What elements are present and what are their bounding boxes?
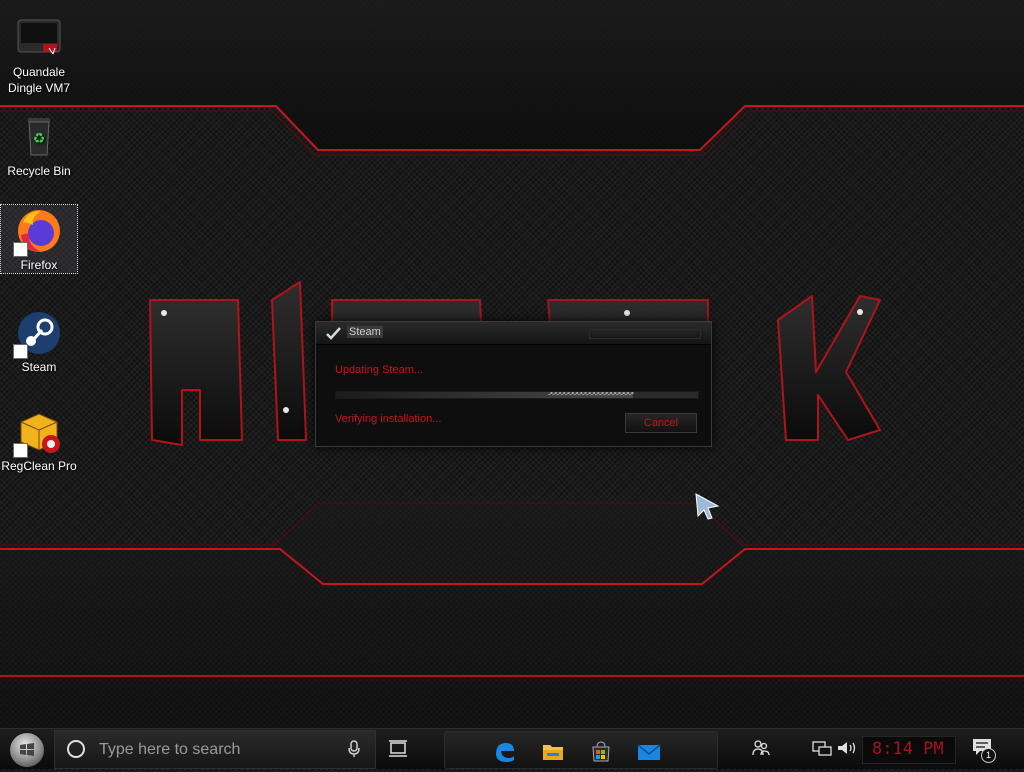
mail-icon[interactable] bbox=[637, 740, 661, 764]
mouse-pointer-icon bbox=[695, 493, 720, 520]
steam-icon bbox=[13, 309, 63, 359]
network-icon[interactable] bbox=[812, 741, 832, 757]
notification-badge: 1 bbox=[981, 748, 996, 763]
start-button[interactable] bbox=[9, 732, 45, 768]
desktop-icon-label: Firefox bbox=[20, 258, 58, 272]
dialog-title-bar[interactable]: Steam bbox=[316, 322, 711, 345]
desktop-icon-label: RegClean Pro bbox=[1, 459, 77, 473]
volume-icon[interactable] bbox=[837, 740, 857, 756]
desktop-icon-firefox[interactable]: Firefox bbox=[0, 204, 78, 274]
shortcut-arrow-icon bbox=[13, 443, 28, 458]
update-status-text: Updating Steam... bbox=[335, 364, 424, 376]
dialog-title: Steam bbox=[347, 326, 383, 338]
desktop-icon-recycle-bin[interactable]: ♻ Recycle Bin bbox=[1, 111, 77, 179]
task-view-icon[interactable] bbox=[388, 740, 408, 758]
steam-update-dialog: Steam Updating Steam... >>>>>>>>>>>>>>>>… bbox=[315, 321, 712, 447]
people-icon[interactable] bbox=[752, 739, 770, 757]
desktop[interactable]: Quandale Dingle VM7 ♻ Recycle Bin Firefo… bbox=[0, 0, 1024, 728]
shortcut-arrow-icon bbox=[13, 242, 28, 257]
cortana-icon bbox=[67, 740, 85, 758]
update-progress-bar: >>>>>>>>>>>>>>>>>>>> bbox=[335, 391, 699, 399]
desktop-icon-label: Steam bbox=[21, 360, 57, 374]
shortcut-arrow-icon bbox=[13, 344, 28, 359]
desktop-icon-quandale-dingle-vm7[interactable]: Quandale Dingle VM7 bbox=[1, 12, 77, 96]
file-explorer-icon[interactable] bbox=[541, 740, 565, 764]
firefox-icon bbox=[13, 207, 63, 257]
verify-status-text: Verifying installation... bbox=[335, 413, 442, 425]
desktop-icon-label: Recycle Bin bbox=[7, 164, 71, 178]
svg-text:♻: ♻ bbox=[33, 131, 46, 147]
taskbar: Type here to search 8:14 PM 1 bbox=[0, 728, 1024, 769]
pinned-apps bbox=[444, 731, 718, 769]
progress-fill: >>>>>>>>>>>>>>>>>>>> bbox=[336, 392, 634, 398]
search-box[interactable]: Type here to search bbox=[54, 730, 376, 769]
desktop-icon-regclean-pro[interactable]: RegClean Pro bbox=[1, 406, 77, 474]
action-center-button[interactable]: 1 bbox=[972, 738, 996, 763]
computer-icon bbox=[15, 14, 63, 62]
regclean-icon bbox=[13, 408, 63, 458]
clock: 8:14 PM bbox=[872, 739, 944, 759]
desktop-icon-steam[interactable]: Steam bbox=[1, 307, 77, 375]
microphone-icon[interactable] bbox=[347, 740, 361, 758]
cancel-button[interactable]: Cancel bbox=[625, 413, 697, 433]
recycle-bin-icon: ♻ bbox=[15, 113, 63, 161]
title-decoration bbox=[589, 329, 701, 339]
steam-logo-icon bbox=[326, 327, 341, 340]
desktop-icon-label: Quandale Dingle VM7 bbox=[7, 65, 71, 95]
store-icon[interactable] bbox=[589, 740, 613, 764]
search-placeholder: Type here to search bbox=[99, 741, 241, 758]
edge-icon[interactable] bbox=[493, 740, 517, 764]
windows-logo-icon bbox=[20, 743, 34, 756]
